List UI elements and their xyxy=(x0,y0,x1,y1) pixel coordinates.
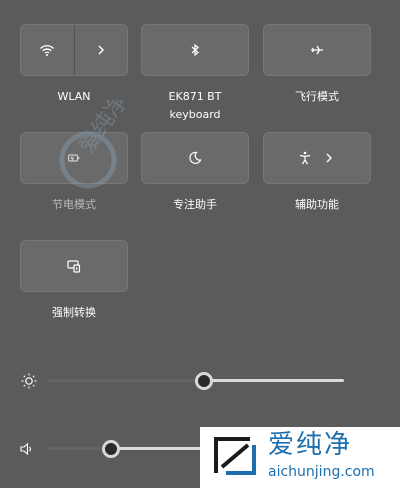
airplane-icon xyxy=(311,45,323,55)
wlan-expand-button[interactable] xyxy=(75,25,128,75)
chevron-right-icon xyxy=(326,153,332,163)
volume-thumb[interactable] xyxy=(102,440,120,458)
watermark-overlay-text: 爱纯净 xyxy=(74,100,132,158)
brightness-thumb[interactable] xyxy=(195,372,213,390)
brightness-icon xyxy=(21,373,37,389)
volume-track-filled xyxy=(110,447,208,450)
chevron-right-icon xyxy=(98,45,104,55)
wlan-toggle[interactable] xyxy=(21,25,74,75)
brightness-slider-row xyxy=(0,366,400,396)
accessibility-expand-button[interactable] xyxy=(319,133,370,183)
watermark-logo-box: 爱纯净 aichunjing.com xyxy=(200,427,400,488)
quick-settings-panel: WLAN EK871 BT keyboard 飞行模式 节电模式 专注助手 辅助… xyxy=(0,0,400,488)
project-icon xyxy=(67,260,81,273)
airplane-mode-label: 飞行模式 xyxy=(295,90,339,103)
accessibility-tile[interactable] xyxy=(263,132,371,184)
wifi-icon xyxy=(40,45,55,56)
accessibility-label: 辅助功能 xyxy=(295,198,339,211)
bluetooth-icon xyxy=(191,43,199,57)
moon-icon xyxy=(189,151,202,164)
project-label: 强制转换 xyxy=(52,306,96,319)
accessibility-icon xyxy=(299,151,311,165)
watermark-logo-icon xyxy=(214,437,256,475)
brightness-track-filled xyxy=(204,379,344,382)
airplane-mode-tile[interactable] xyxy=(263,24,371,76)
watermark-url: aichunjing.com xyxy=(268,464,375,480)
speaker-icon[interactable] xyxy=(18,440,36,458)
accessibility-toggle[interactable] xyxy=(264,133,319,183)
wlan-tile[interactable] xyxy=(20,24,128,76)
bluetooth-tile[interactable] xyxy=(141,24,249,76)
project-tile[interactable] xyxy=(20,240,128,292)
watermark-brand-text: 爱纯净 xyxy=(268,430,353,460)
watermark-overlay-logo: 爱纯净 xyxy=(59,100,133,189)
